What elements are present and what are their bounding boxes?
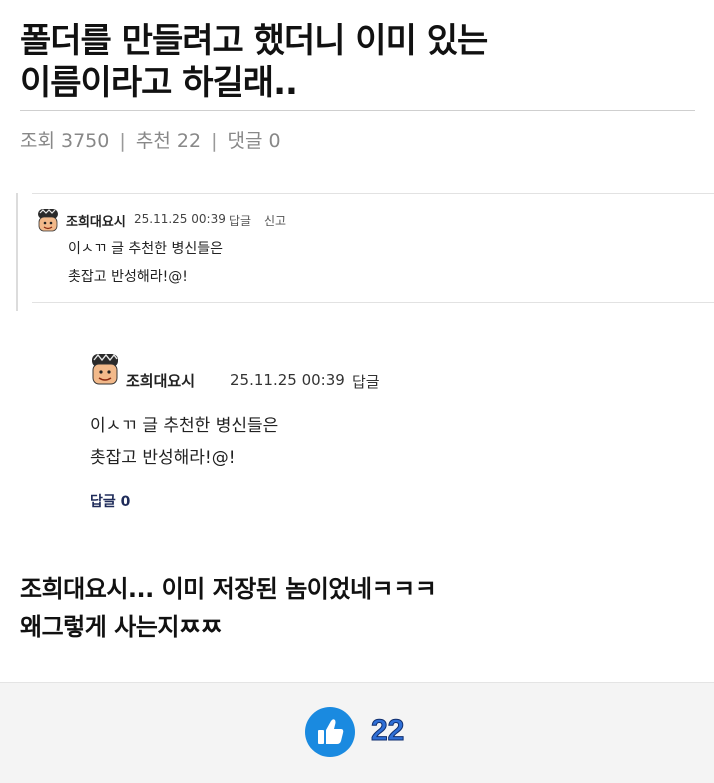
view-count: 조회 3750 — [20, 130, 110, 152]
thumbs-up-icon — [318, 719, 344, 744]
meta-separator: | — [211, 130, 218, 152]
comment-date: 25.11.25 00:39 — [134, 212, 226, 226]
recommend-count: 추천 22 — [135, 130, 202, 152]
post-title-line-2: 이름이라고 하길래.. — [20, 63, 298, 103]
divider — [16, 193, 18, 311]
reply-link: 답글 — [352, 373, 380, 391]
recommend-bar: 22 — [0, 682, 714, 783]
comment-text-line-2: 촛잡고 반성해라!@! — [90, 448, 236, 468]
comment-author: 조희대요시 — [66, 215, 126, 230]
comment-count: 댓글 0 — [227, 130, 281, 152]
post-title-line-1: 폴더를 만들려고 했더니 이미 있는 — [20, 21, 488, 61]
report-link: 신고 — [264, 214, 287, 228]
reply-link: 답글 — [229, 214, 252, 228]
meta-separator: | — [119, 130, 126, 152]
comment-text-line-1: 이ㅅㄲ 글 추천한 병신들은 — [90, 416, 279, 436]
post-body-line-2: 왜그렇게 사는지ㅉㅉ — [20, 613, 223, 641]
post-body: 조희대요시... 이미 저장된 놈이었네ㅋㅋㅋ 왜그렇게 사는지ㅉㅉ — [20, 570, 680, 646]
like-button[interactable] — [305, 707, 355, 757]
divider — [32, 302, 714, 303]
comment-screenshot-1: 조희대요시 25.11.25 00:39 답글 신고 이ㅅㄲ 글 추천한 병신들… — [16, 193, 714, 311]
post-meta: 조회 3750 | 추천 22 | 댓글 0 — [20, 126, 281, 153]
title-divider — [20, 110, 695, 111]
post-body-line-1: 조희대요시... 이미 저장된 놈이었네ㅋㅋㅋ — [20, 575, 437, 603]
comment-date: 25.11.25 00:39 — [230, 371, 345, 389]
like-count: 22 — [370, 714, 405, 748]
avatar-icon — [92, 353, 118, 385]
avatar-icon — [38, 209, 58, 232]
divider — [32, 193, 714, 194]
comment-text-line-1: 이ㅅㄲ 글 추천한 병신들은 — [68, 241, 224, 257]
comment-text-line-2: 촛잡고 반성해라!@! — [68, 269, 188, 285]
reply-count: 답글 0 — [90, 494, 131, 510]
post-title: 폴더를 만들려고 했더니 이미 있는 이름이라고 하길래.. — [20, 20, 680, 104]
comment-author: 조희대요시 — [126, 372, 196, 390]
